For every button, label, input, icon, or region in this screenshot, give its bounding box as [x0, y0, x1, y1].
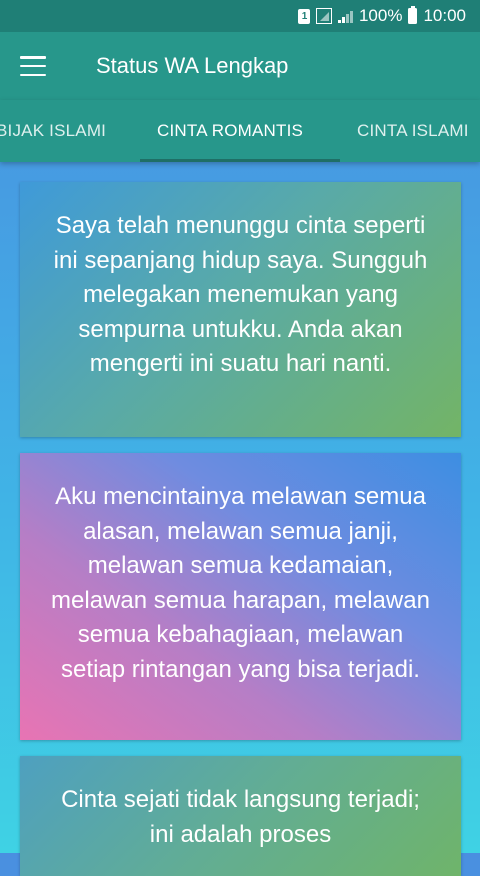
- status-bar: 1 100% 10:00: [0, 0, 480, 32]
- cell-bars-icon: [338, 9, 353, 23]
- clock: 10:00: [423, 6, 466, 25]
- battery-percent: 100%: [358, 6, 403, 25]
- quote-card[interactable]: Aku mencintainya melawan semua alasan, m…: [20, 453, 461, 740]
- quote-text: Saya telah menunggu cinta seperti ini se…: [53, 212, 428, 377]
- status-icons: 1 100% 10:00: [298, 0, 466, 32]
- tab-bijak-islami[interactable]: BIJAK ISLAMI: [0, 100, 106, 162]
- signal-icon: [316, 8, 333, 24]
- quote-text: Aku mencintainya melawan semua alasan, m…: [51, 483, 430, 683]
- selected-tab-indicator: [140, 159, 340, 162]
- app-bar: Status WA Lengkap: [0, 32, 480, 100]
- app-title: Status WA Lengkap: [96, 53, 289, 78]
- tab-cinta-islami[interactable]: CINTA ISLAMI: [357, 100, 469, 162]
- sim-icon: 1: [298, 8, 311, 24]
- quote-card[interactable]: Saya telah menunggu cinta seperti ini se…: [20, 182, 461, 437]
- battery-icon: [408, 6, 418, 24]
- hamburger-menu-icon[interactable]: [20, 56, 46, 76]
- quote-card[interactable]: Cinta sejati tidak langsung terjadi; ini…: [20, 756, 461, 876]
- quote-text: Cinta sejati tidak langsung terjadi; ini…: [61, 786, 420, 848]
- tab-bar: BIJAK ISLAMI CINTA ROMANTIS CINTA ISLAMI: [0, 100, 480, 162]
- tab-cinta-romantis[interactable]: CINTA ROMANTIS: [157, 100, 303, 162]
